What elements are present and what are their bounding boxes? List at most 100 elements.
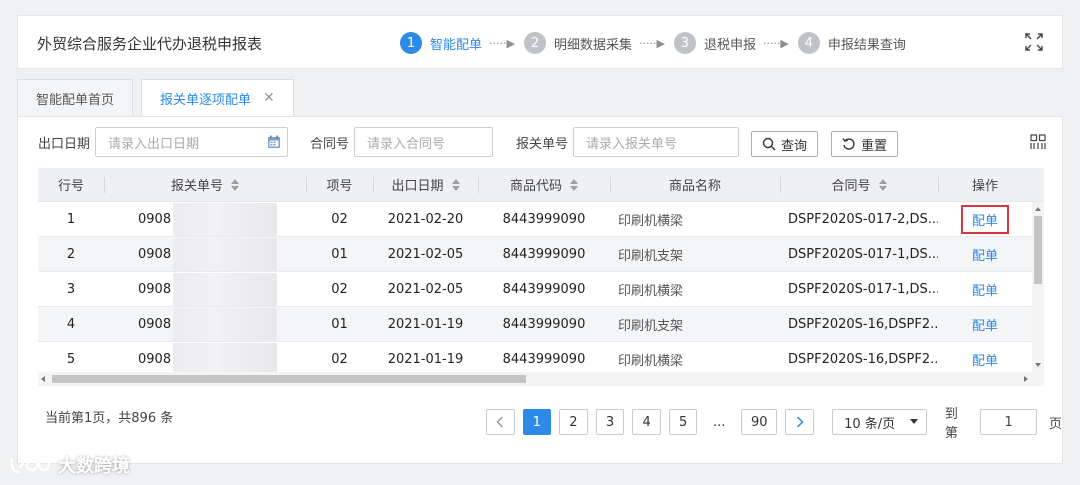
scroll-left-arrow-icon[interactable] xyxy=(41,376,45,382)
step-2-label: 明细数据采集 xyxy=(553,37,632,53)
page-button[interactable]: 90 xyxy=(741,409,778,435)
calendar-icon[interactable] xyxy=(267,135,281,149)
table-header: 行号 报关单号 项号 出口日期 商品代码 商品名称 合同号 操作 xyxy=(38,168,1044,202)
page-button[interactable]: 3 xyxy=(595,409,625,435)
horizontal-scrollbar[interactable] xyxy=(38,372,1044,386)
chevron-right-icon xyxy=(796,416,804,428)
cell-export-date: 2021-01-19 xyxy=(387,316,464,332)
tab-label: 智能配单首页 xyxy=(36,92,115,108)
export-date-input[interactable]: 请录入出口日期 xyxy=(95,127,289,157)
col-label: 报关单号 xyxy=(170,179,223,194)
cell-product-name: 印刷机横梁 xyxy=(618,353,684,369)
customs-no-input[interactable]: 请录入报关单号 xyxy=(573,127,740,157)
col-export-date[interactable]: 出口日期 xyxy=(373,168,478,202)
customs-no-label: 报关单号 xyxy=(516,136,569,152)
prev-page-button[interactable] xyxy=(486,409,515,435)
cell-operation: 配单 xyxy=(938,347,1032,372)
customs-no-filter: 报关单号 请录入报关单号 xyxy=(516,127,740,157)
horizontal-scroll-thumb[interactable] xyxy=(52,375,526,383)
watermark-text: 大数跨境 xyxy=(58,456,130,477)
cell-customs-no: 0908 xyxy=(104,342,306,372)
cell-export-date: 2021-02-05 xyxy=(387,246,464,262)
cell-contract-no: DSPF2020S-16,DSPF2... xyxy=(788,316,938,332)
page-button[interactable]: 2 xyxy=(559,409,588,435)
step-3-number: 3 xyxy=(673,32,696,54)
cell-product-name: 印刷机横梁 xyxy=(618,283,684,299)
col-contract-no[interactable]: 合同号 xyxy=(780,168,938,202)
scroll-right-arrow-icon[interactable] xyxy=(1024,376,1028,382)
col-label: 商品代码 xyxy=(509,179,562,194)
redacted-block xyxy=(173,237,278,271)
table-row: 4 0908 01 2021-01-19 8443999090 印刷机支架 DS… xyxy=(38,307,1044,342)
step-2-number: 2 xyxy=(523,32,546,54)
next-page-button[interactable] xyxy=(785,409,815,435)
sort-icon[interactable] xyxy=(570,178,578,191)
page-size-value: 10 条/页 xyxy=(844,416,896,432)
col-label: 操作 xyxy=(971,179,998,194)
customs-no-prefix: 0908 xyxy=(138,351,172,367)
match-link[interactable]: 配单 xyxy=(960,204,1009,234)
page-button[interactable]: 4 xyxy=(632,409,661,435)
vertical-scroll-thumb[interactable] xyxy=(1034,216,1042,284)
search-icon xyxy=(762,137,776,151)
pagination-info: 当前第1页，共896 条 xyxy=(45,411,174,426)
cell-item-no: 02 xyxy=(331,281,348,297)
search-button-wrap: 查询 xyxy=(751,129,819,159)
scroll-down-arrow-icon[interactable] xyxy=(1035,363,1041,367)
customs-no-prefix: 0908 xyxy=(138,316,172,332)
pagination-ellipsis: ... xyxy=(713,414,726,430)
cell-row-no: 5 xyxy=(66,351,76,367)
step-1[interactable]: 1 智能配单 xyxy=(400,32,482,54)
col-customs-no[interactable]: 报关单号 xyxy=(104,168,306,202)
step-4-label: 申报结果查询 xyxy=(827,37,906,53)
tab-item-match[interactable]: 报关单逐项配单 ✕ xyxy=(141,79,294,117)
goto-page: 到第 1 页 xyxy=(945,403,1062,441)
close-icon[interactable]: ✕ xyxy=(263,90,275,106)
cell-product-code: 8443999090 xyxy=(502,281,586,297)
page-button[interactable]: 5 xyxy=(668,409,698,435)
reset-button[interactable]: 重置 xyxy=(831,131,899,157)
match-link[interactable]: 配单 xyxy=(963,277,1007,302)
page-button[interactable]: 1 xyxy=(522,409,552,435)
table-row: 3 0908 02 2021-02-05 8443999090 印刷机横梁 DS… xyxy=(38,272,1044,307)
step-4[interactable]: 4 申报结果查询 xyxy=(797,32,906,54)
customs-no-prefix: 0908 xyxy=(138,211,172,227)
cell-contract-no: DSPF2020S-16,DSPF2... xyxy=(788,351,938,367)
step-arrow: ·····▶ xyxy=(489,36,515,50)
redacted-block xyxy=(173,307,278,341)
step-3-label: 退税申报 xyxy=(703,37,756,53)
table-row: 5 0908 02 2021-01-19 8443999090 印刷机横梁 DS… xyxy=(38,342,1044,372)
scroll-up-arrow-icon[interactable] xyxy=(1035,207,1041,211)
match-link[interactable]: 配单 xyxy=(963,312,1007,337)
sort-icon[interactable] xyxy=(878,178,887,191)
match-link[interactable]: 配单 xyxy=(963,242,1007,267)
cell-item-no: 01 xyxy=(331,246,348,262)
vertical-scrollbar[interactable] xyxy=(1032,202,1044,372)
cell-operation: 配单 xyxy=(938,242,1032,267)
table-row: 2 0908 01 2021-02-05 8443999090 印刷机支架 DS… xyxy=(38,237,1044,272)
search-button[interactable]: 查询 xyxy=(751,131,819,157)
column-settings-icon[interactable] xyxy=(1030,134,1046,150)
customs-no-placeholder: 请录入报关单号 xyxy=(586,136,678,152)
customs-no-prefix: 0908 xyxy=(138,246,172,262)
step-2[interactable]: 2 明细数据采集 xyxy=(523,32,632,54)
tab-smart-match-home[interactable]: 智能配单首页 xyxy=(17,79,134,117)
cell-contract-no: DSPF2020S-017-1,DS... xyxy=(788,281,938,297)
cell-customs-no: 0908 xyxy=(104,307,306,341)
col-label: 商品名称 xyxy=(668,179,721,194)
col-product-code[interactable]: 商品代码 xyxy=(478,168,610,202)
step-3[interactable]: 3 退税申报 xyxy=(673,32,756,54)
cell-product-code: 8443999090 xyxy=(502,351,586,367)
redacted-block xyxy=(173,342,278,372)
page-size-select[interactable]: 10 条/页 xyxy=(832,409,927,435)
sort-icon[interactable] xyxy=(231,178,239,191)
fullscreen-icon[interactable] xyxy=(1024,32,1044,52)
contract-no-input[interactable]: 请录入合同号 xyxy=(354,127,494,157)
goto-page-input[interactable]: 1 xyxy=(980,409,1038,435)
cell-row-no: 2 xyxy=(66,246,76,262)
match-link[interactable]: 配单 xyxy=(963,347,1007,372)
pagination: 1 2 3 4 5 ... 90 10 条/页 到第 1 页 xyxy=(486,403,1062,441)
sort-icon[interactable] xyxy=(451,178,460,191)
redacted-block xyxy=(173,272,278,306)
goto-label: 到第 xyxy=(944,407,958,441)
